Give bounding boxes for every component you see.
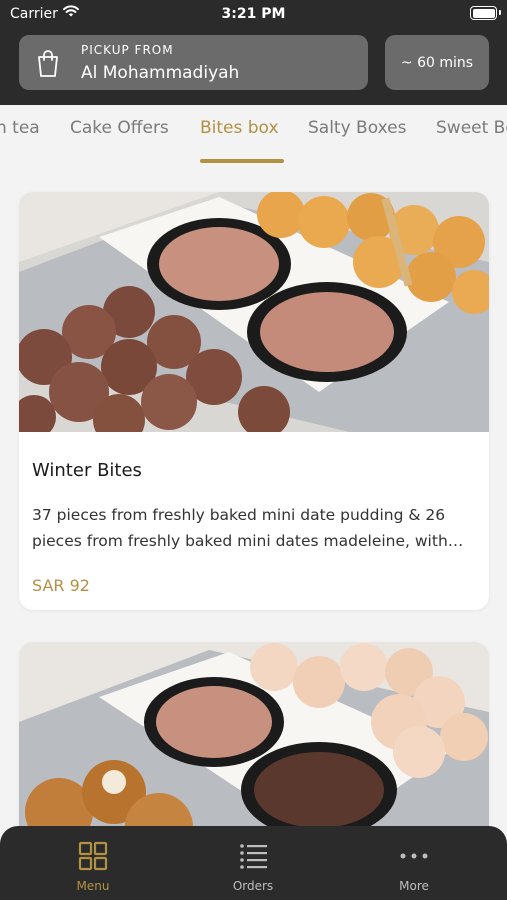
estimated-time-button[interactable]: ~ 60 mins xyxy=(385,35,489,90)
tab-menu[interactable]: Menu xyxy=(33,826,153,900)
product-image xyxy=(19,192,489,432)
tab-more[interactable]: More xyxy=(354,826,474,900)
description-line: pieces from freshly baked mini dates mad… xyxy=(32,532,464,550)
tab-sweet-boxes[interactable]: Sweet Bo xyxy=(436,118,507,138)
bottom-tab-bar: Menu Orders More xyxy=(0,826,507,900)
battery-icon xyxy=(470,6,501,20)
product-image xyxy=(19,642,489,842)
pickup-location: Al Mohammadiyah xyxy=(81,63,240,83)
product-title: Winter Bites xyxy=(32,460,142,481)
tab-menu-label: Menu xyxy=(76,879,110,893)
tab-orders[interactable]: Orders xyxy=(193,826,313,900)
status-bar: Carrier 3:21 PM xyxy=(0,0,507,28)
grid-icon xyxy=(78,841,108,871)
pickup-location-selector[interactable]: PICKUP FROM Al Mohammadiyah xyxy=(19,35,368,90)
status-time: 3:21 PM xyxy=(221,6,286,22)
tab-more-label: More xyxy=(399,879,429,893)
product-description: 37 pieces from freshly baked mini date p… xyxy=(32,502,478,554)
estimated-time: ~ 60 mins xyxy=(400,54,474,71)
category-tabs[interactable]: n tea Cake Offers Bites box Salty Boxes … xyxy=(0,105,507,167)
list-icon xyxy=(240,844,267,869)
pickup-label: PICKUP FROM xyxy=(81,43,174,57)
shopping-bag-icon xyxy=(38,50,58,77)
tab-salty-boxes[interactable]: Salty Boxes xyxy=(308,118,406,138)
tab-bites-box[interactable]: Bites box xyxy=(200,118,279,138)
more-dots-icon xyxy=(400,853,428,859)
tab-orders-label: Orders xyxy=(232,879,274,893)
tab-cake-offers[interactable]: Cake Offers xyxy=(70,118,169,138)
description-line: 37 pieces from freshly baked mini date p… xyxy=(32,506,446,524)
product-card[interactable]: Winter Bites 37 pieces from freshly bake… xyxy=(19,192,489,610)
tab-tea[interactable]: n tea xyxy=(0,118,40,138)
app-header: Carrier 3:21 PM PICKUP FROM Al Mohammadi… xyxy=(0,0,507,105)
product-card[interactable] xyxy=(19,642,489,842)
active-tab-indicator xyxy=(200,159,284,163)
product-price: SAR 92 xyxy=(32,576,90,595)
